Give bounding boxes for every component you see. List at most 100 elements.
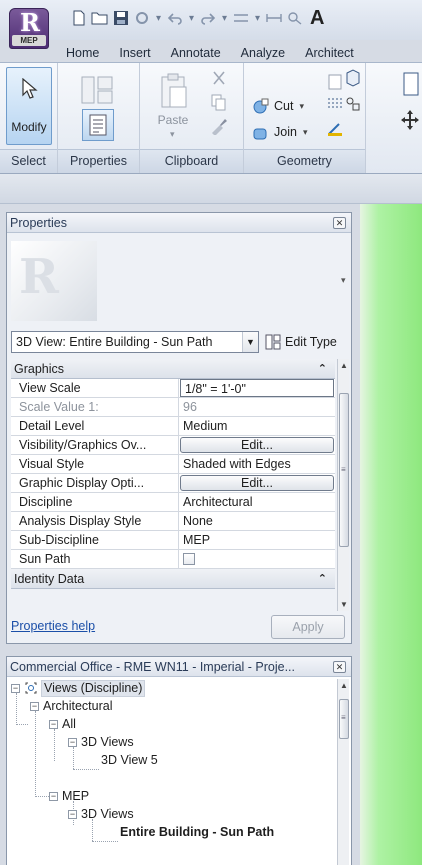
tree-node-views-discipline[interactable]: − Views (Discipline) [11, 679, 146, 697]
sun-path-checkbox[interactable] [183, 553, 195, 565]
close-icon[interactable]: ✕ [333, 217, 346, 229]
visibility-graphics-edit-button[interactable]: Edit... [180, 437, 334, 453]
text-tool-letter[interactable]: A [310, 7, 324, 30]
dropdown-arrow-icon[interactable]: ▾ [187, 13, 196, 24]
application-menu-button[interactable]: R MEP [9, 8, 49, 49]
analysis-display-style-value[interactable]: None [179, 512, 335, 530]
tree-node-3d-views[interactable]: − 3D Views [68, 733, 134, 751]
sub-discipline-value[interactable]: MEP [179, 531, 335, 549]
tree-node-mep-3d-views[interactable]: − 3D Views [68, 805, 134, 823]
browser-scrollbar[interactable]: ▲ ≡ [337, 679, 349, 865]
properties-scrollbar[interactable]: ▲ ≡ ▼ [337, 359, 349, 611]
collapse-icon[interactable]: − [49, 719, 58, 729]
save-icon[interactable] [112, 9, 130, 27]
collapse-icon[interactable]: − [30, 701, 39, 711]
undo-icon[interactable] [166, 9, 184, 27]
options-bar [0, 174, 422, 204]
collapse-icon[interactable]: − [68, 809, 77, 819]
split-face-icon[interactable] [344, 69, 362, 87]
sync-icon[interactable] [133, 9, 151, 27]
select-panel-label[interactable]: Select [0, 149, 57, 173]
view-scale-input[interactable]: 1/8" = 1'-0" [180, 379, 334, 397]
geometry-panel-label[interactable]: Geometry [244, 149, 365, 173]
type-properties-icon[interactable] [80, 75, 114, 105]
linework-icon[interactable] [344, 95, 362, 113]
dropdown-arrow-icon[interactable]: ▾ [253, 13, 262, 24]
collapse-chevron-icon[interactable]: ⌃ [318, 359, 327, 379]
properties-panel-label[interactable]: Properties [58, 149, 139, 173]
paste-icon[interactable] [160, 73, 188, 109]
property-row: Sub-Discipline MEP [11, 531, 335, 550]
modify-button[interactable]: Modify [6, 67, 52, 145]
join-dropdown-icon[interactable]: ▾ [303, 127, 308, 138]
detail-level-value[interactable]: Medium [179, 417, 335, 435]
tab-annotate[interactable]: Annotate [161, 42, 231, 64]
properties-toggle-button[interactable] [82, 109, 114, 141]
collapse-chevron-icon[interactable]: ⌃ [318, 569, 327, 589]
tree-node-all[interactable]: − All [49, 715, 76, 733]
redo-icon[interactable] [199, 9, 217, 27]
visual-style-value[interactable]: Shaded with Edges [179, 455, 335, 473]
property-key: Discipline [11, 493, 179, 511]
cut-dropdown-icon[interactable]: ▾ [299, 101, 304, 112]
chevron-down-icon[interactable]: ▼ [242, 332, 258, 352]
project-browser-header: Commercial Office - RME WN11 - Imperial … [7, 657, 351, 677]
graphic-display-edit-button[interactable]: Edit... [180, 475, 334, 491]
property-key: View Scale [11, 379, 179, 397]
measure-icon[interactable] [265, 9, 283, 27]
collapse-icon[interactable]: − [11, 683, 20, 693]
property-row: Detail Level Medium [11, 417, 335, 436]
tab-architect[interactable]: Architect [295, 42, 364, 64]
join-button[interactable]: Join ▾ [252, 123, 307, 141]
edit-type-button[interactable]: Edit Type [265, 331, 337, 353]
move-icon[interactable] [400, 109, 420, 131]
tree-line [73, 769, 99, 770]
open-folder-icon[interactable] [91, 9, 109, 27]
tab-analyze[interactable]: Analyze [231, 42, 295, 64]
properties-help-link[interactable]: Properties help [11, 619, 95, 633]
tree-node-mep[interactable]: − MEP [49, 787, 89, 805]
discipline-value[interactable]: Architectural [179, 493, 335, 511]
tab-home[interactable]: Home [56, 42, 109, 64]
property-key: Visibility/Graphics Ov... [11, 436, 179, 454]
wall-joins-icon[interactable] [326, 73, 344, 91]
paste-dropdown-icon[interactable]: ▾ [170, 129, 175, 140]
scroll-up-icon[interactable]: ▲ [338, 361, 350, 370]
thin-lines-icon[interactable] [232, 9, 250, 27]
group-label: Graphics [14, 362, 65, 376]
property-value-cell [179, 550, 335, 568]
group-identity-data[interactable]: Identity Data ⌃ [11, 569, 335, 589]
close-icon[interactable]: ✕ [333, 661, 346, 673]
cut-button[interactable]: Cut ▾ [252, 97, 304, 115]
new-file-icon[interactable] [70, 9, 88, 27]
scroll-down-icon[interactable]: ▼ [338, 600, 350, 609]
property-key: Sun Path [11, 550, 179, 568]
clipboard-panel-label[interactable]: Clipboard [140, 149, 243, 173]
chevron-down-icon[interactable]: ▾ [341, 275, 346, 286]
cursor-arrow-icon [22, 78, 38, 99]
align-icon[interactable] [400, 71, 420, 97]
demolish-icon[interactable] [326, 95, 344, 113]
apply-button[interactable]: Apply [271, 615, 345, 639]
paste-label[interactable]: Paste [140, 113, 206, 127]
tree-node-label: Architectural [43, 699, 113, 713]
tree-node-entire-building-sun-path[interactable]: Entire Building - Sun Path [120, 823, 274, 841]
cut-scissors-icon[interactable] [210, 69, 228, 87]
tag-icon[interactable] [286, 9, 304, 27]
tab-insert[interactable]: Insert [109, 42, 160, 64]
group-graphics[interactable]: Graphics ⌃ [11, 359, 335, 379]
match-properties-icon[interactable] [210, 117, 228, 136]
paint-icon[interactable] [326, 119, 344, 137]
tree-node-3d-view-5[interactable]: 3D View 5 [101, 751, 158, 769]
collapse-icon[interactable]: − [68, 737, 77, 747]
dropdown-arrow-icon[interactable]: ▾ [220, 13, 229, 24]
properties-panel: Properties [58, 63, 140, 173]
properties-grid: Graphics ⌃ View Scale 1/8" = 1'-0" Scale… [11, 359, 335, 589]
collapse-icon[interactable]: − [49, 791, 58, 801]
copy-icon[interactable] [210, 93, 228, 111]
drawing-canvas[interactable] [360, 204, 422, 865]
dropdown-arrow-icon[interactable]: ▾ [154, 13, 163, 24]
type-selector[interactable]: 3D View: Entire Building - Sun Path ▼ [11, 331, 259, 353]
scroll-up-icon[interactable]: ▲ [338, 681, 350, 690]
tree-node-architectural[interactable]: − Architectural [30, 697, 112, 715]
